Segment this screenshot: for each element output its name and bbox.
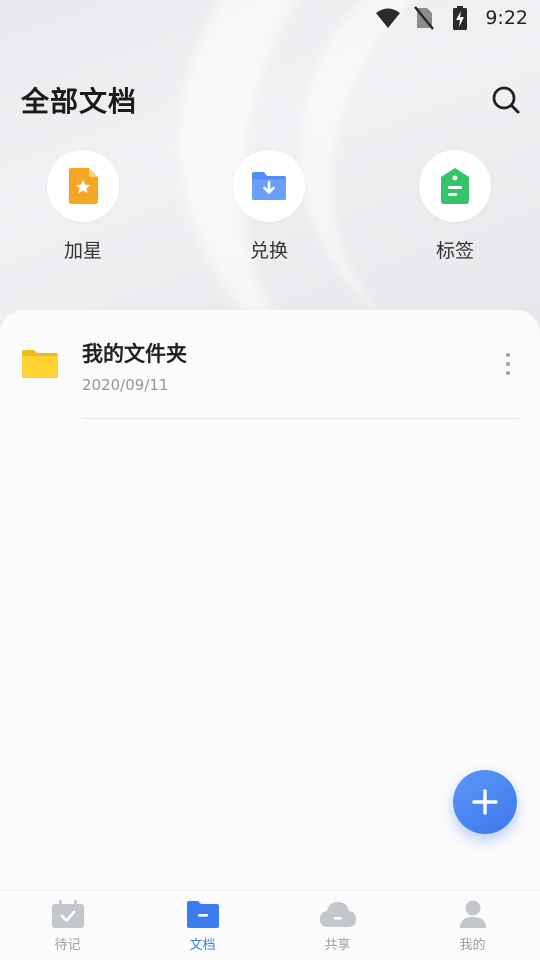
- status-bar: 9:22: [0, 0, 540, 36]
- wifi-icon: [375, 5, 401, 31]
- folder-icon: [21, 348, 59, 384]
- nav-item-documents[interactable]: 文档: [135, 891, 270, 960]
- more-vertical-icon[interactable]: [494, 348, 522, 380]
- nav-label: 我的: [459, 938, 486, 953]
- folder-download-icon: [252, 172, 286, 200]
- shortcut-circle: [47, 150, 119, 222]
- document-folder-icon: [186, 901, 219, 928]
- page-title: 全部文档: [21, 85, 138, 118]
- plus-icon: [472, 789, 498, 815]
- tag-icon: [441, 168, 469, 204]
- list-item[interactable]: 我的文件夹 2020/09/11: [0, 310, 540, 420]
- shortcut-label: 标签: [435, 240, 474, 262]
- cloud-icon: [319, 902, 356, 927]
- user-icon: [459, 900, 486, 928]
- search-icon: [492, 86, 520, 114]
- add-button[interactable]: [453, 770, 517, 834]
- shortcut-starred[interactable]: 加星: [28, 150, 138, 270]
- star-document-icon: [69, 168, 98, 204]
- bottom-nav: 待记 文档 共享 我的: [0, 890, 540, 960]
- file-name: 我的文件夹: [82, 342, 187, 366]
- shortcut-circle: [419, 150, 491, 222]
- nav-item-mine[interactable]: 我的: [405, 891, 540, 960]
- file-date: 2020/09/11: [82, 376, 169, 394]
- nav-item-todo[interactable]: 待记: [0, 891, 135, 960]
- shortcut-exchange[interactable]: 兑换: [214, 150, 324, 270]
- battery-charging-icon: [447, 5, 473, 31]
- shortcut-label: 兑换: [249, 240, 288, 262]
- search-button[interactable]: [486, 80, 526, 120]
- nav-label: 共享: [324, 938, 351, 953]
- nav-label: 待记: [54, 938, 81, 953]
- status-time: 9:22: [485, 7, 528, 29]
- shortcut-label: 加星: [63, 240, 102, 262]
- nav-item-share[interactable]: 共享: [270, 891, 405, 960]
- nav-label: 文档: [189, 938, 216, 953]
- divider: [82, 418, 519, 419]
- shortcut-circle: [233, 150, 305, 222]
- no-sim-icon: [411, 5, 437, 31]
- shortcut-tags[interactable]: 标签: [400, 150, 510, 270]
- calendar-check-icon: [51, 900, 84, 928]
